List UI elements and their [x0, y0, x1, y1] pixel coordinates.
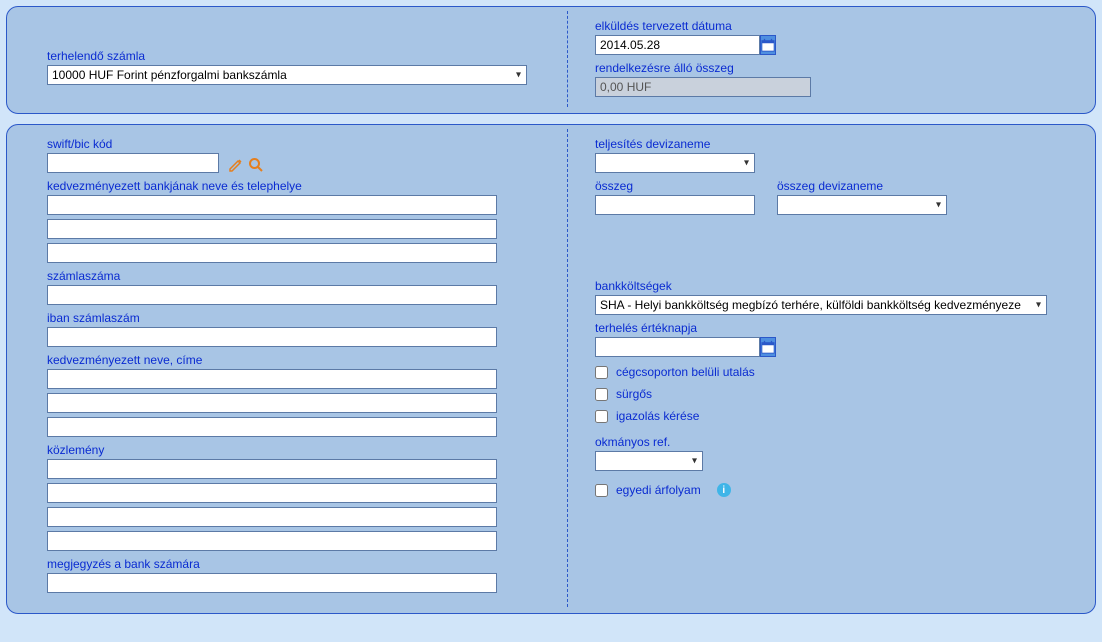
search-icon[interactable] — [248, 157, 264, 173]
available-label: rendelkezésre álló összeg — [595, 61, 1055, 75]
doc-ref-label: okmányos ref. — [595, 435, 1055, 449]
account-label: terhelendő számla — [47, 49, 537, 63]
urgent-label: sürgős — [616, 387, 652, 401]
header-panel: terhelendő számla ▾ elküldés tervezett d… — [6, 6, 1096, 114]
account-no-input[interactable] — [47, 285, 497, 305]
details-panel: swift/bic kód kedvezményezett bankjának … — [6, 124, 1096, 614]
beneficiary-input[interactable] — [47, 417, 497, 437]
account-select[interactable] — [47, 65, 527, 85]
urgent-checkbox[interactable] — [595, 388, 608, 401]
swift-input[interactable] — [47, 153, 219, 173]
intragroup-label: cégcsoporton belüli utalás — [616, 365, 755, 379]
account-no-label: számlaszáma — [47, 269, 537, 283]
exec-ccy-select[interactable] — [595, 153, 755, 173]
custom-rate-label: egyedi árfolyam — [616, 483, 701, 497]
charges-label: bankköltségek — [595, 279, 1055, 293]
bank-note-label: megjegyzés a bank számára — [47, 557, 537, 571]
amount-ccy-label: összeg devizaneme — [777, 179, 947, 193]
info-icon[interactable]: i — [717, 483, 731, 497]
edit-icon[interactable] — [228, 157, 244, 173]
confirmation-label: igazolás kérése — [616, 409, 699, 423]
planned-date-label: elküldés tervezett dátuma — [595, 19, 1055, 33]
value-date-input[interactable] — [595, 337, 760, 357]
remittance-input[interactable] — [47, 483, 497, 503]
divider — [567, 11, 568, 107]
remittance-label: közlemény — [47, 443, 537, 457]
bank-name-input[interactable] — [47, 243, 497, 263]
divider — [567, 129, 568, 607]
bank-name-input[interactable] — [47, 219, 497, 239]
doc-ref-select[interactable] — [595, 451, 703, 471]
custom-rate-checkbox[interactable] — [595, 484, 608, 497]
intragroup-checkbox[interactable] — [595, 366, 608, 379]
calendar-icon[interactable] — [760, 35, 776, 55]
confirmation-checkbox[interactable] — [595, 410, 608, 423]
iban-label: iban számlaszám — [47, 311, 537, 325]
planned-date-input[interactable] — [595, 35, 760, 55]
bank-note-input[interactable] — [47, 573, 497, 593]
value-date-label: terhelés értéknapja — [595, 321, 1055, 335]
calendar-icon[interactable] — [760, 337, 776, 357]
bank-name-label: kedvezményezett bankjának neve és teleph… — [47, 179, 537, 193]
beneficiary-input[interactable] — [47, 393, 497, 413]
swift-label: swift/bic kód — [47, 137, 537, 151]
charges-select[interactable] — [595, 295, 1047, 315]
iban-input[interactable] — [47, 327, 497, 347]
exec-ccy-label: teljesítés devizaneme — [595, 137, 1055, 151]
amount-input[interactable] — [595, 195, 755, 215]
remittance-input[interactable] — [47, 507, 497, 527]
remittance-input[interactable] — [47, 531, 497, 551]
remittance-input[interactable] — [47, 459, 497, 479]
beneficiary-label: kedvezményezett neve, címe — [47, 353, 537, 367]
amount-ccy-select[interactable] — [777, 195, 947, 215]
beneficiary-input[interactable] — [47, 369, 497, 389]
amount-label: összeg — [595, 179, 755, 193]
available-value: 0,00 HUF — [595, 77, 811, 97]
bank-name-input[interactable] — [47, 195, 497, 215]
